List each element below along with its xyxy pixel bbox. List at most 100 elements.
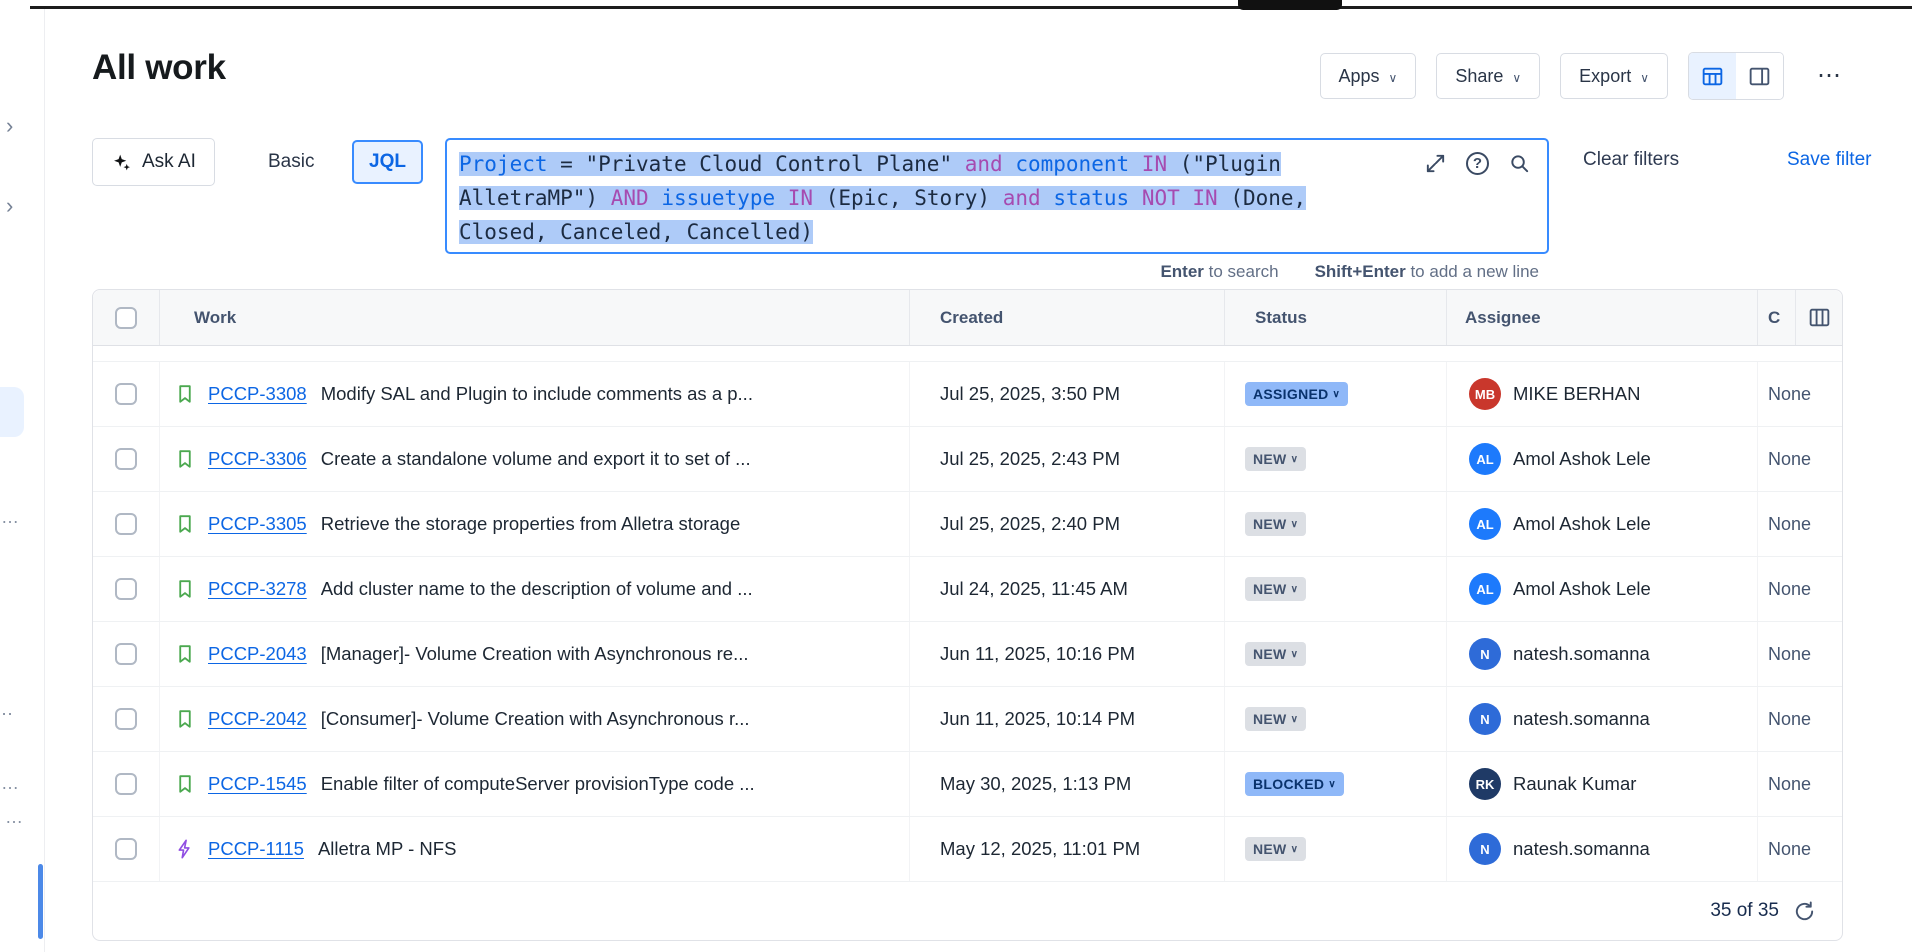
- chevron-down-icon: ∨: [1389, 71, 1398, 85]
- work-cell: PCCP-3308Modify SAL and Plugin to includ…: [160, 362, 910, 426]
- chevron-down-icon: ∨: [1291, 650, 1299, 660]
- status-badge[interactable]: NEW∨: [1245, 512, 1306, 536]
- column-header-status[interactable]: Status: [1225, 290, 1447, 345]
- columns-settings-icon[interactable]: [1795, 290, 1842, 345]
- assignee-cell: RKRaunak Kumar: [1447, 752, 1758, 816]
- table-row[interactable]: PCCP-2042[Consumer]- Volume Creation wit…: [93, 687, 1842, 752]
- hint-shift-key: Shift+Enter: [1315, 262, 1406, 281]
- jql-toolbar: ?: [1424, 152, 1531, 175]
- status-badge[interactable]: ASSIGNED∨: [1245, 382, 1348, 406]
- status-badge[interactable]: NEW∨: [1245, 447, 1306, 471]
- status-badge[interactable]: NEW∨: [1245, 577, 1306, 601]
- mode-jql-button[interactable]: JQL: [352, 140, 423, 184]
- row-checkbox[interactable]: [115, 838, 137, 860]
- row-checkbox[interactable]: [115, 513, 137, 535]
- assignee-name: Amol Ashok Lele: [1513, 578, 1651, 600]
- jql-token: status: [1053, 186, 1129, 210]
- browser-chrome-tab: [1238, 0, 1342, 10]
- chevron-down-icon: ∨: [1640, 71, 1649, 85]
- header-checkbox-cell: [93, 290, 160, 345]
- jql-search-box[interactable]: Project = "Private Cloud Control Plane" …: [445, 138, 1549, 254]
- row-checkbox-cell: [93, 817, 160, 881]
- row-checkbox[interactable]: [115, 448, 137, 470]
- scrolled-row-edge: [93, 346, 1842, 362]
- status-cell: NEW∨: [1225, 427, 1447, 491]
- table-row[interactable]: PCCP-1115Alletra MP - NFSMay 12, 2025, 1…: [93, 817, 1842, 882]
- issue-key-link[interactable]: PCCP-2043: [208, 643, 307, 665]
- save-filter-button[interactable]: Save filter: [1787, 149, 1871, 171]
- status-badge[interactable]: BLOCKED∨: [1245, 772, 1344, 796]
- assignee-name: MIKE BERHAN: [1513, 383, 1640, 405]
- search-icon[interactable]: [1508, 152, 1531, 175]
- chevron-right-icon[interactable]: ›: [6, 115, 13, 137]
- status-badge[interactable]: NEW∨: [1245, 707, 1306, 731]
- work-cell: PCCP-1545Enable filter of computeServer …: [160, 752, 910, 816]
- more-actions-button[interactable]: ⋯: [1804, 53, 1854, 99]
- list-view-button[interactable]: [1689, 53, 1736, 99]
- select-all-checkbox[interactable]: [115, 307, 137, 329]
- page-title: All work: [92, 48, 226, 88]
- issue-key-link[interactable]: PCCP-3305: [208, 513, 307, 535]
- created-cell: May 12, 2025, 11:01 PM: [910, 817, 1225, 881]
- sidebar-active-item[interactable]: [0, 387, 24, 437]
- column-header-created[interactable]: Created: [910, 290, 1225, 345]
- chevron-down-icon: ∨: [1328, 780, 1336, 790]
- created-cell: Jul 25, 2025, 2:43 PM: [910, 427, 1225, 491]
- jql-token: [1041, 186, 1054, 210]
- chevron-down-icon: ∨: [1291, 845, 1299, 855]
- status-badge[interactable]: NEW ∨: [1245, 642, 1306, 666]
- export-button[interactable]: Export ∨: [1560, 53, 1668, 99]
- jql-selection: Closed, Canceled, Cancelled): [459, 220, 813, 244]
- column-header-work[interactable]: Work: [160, 290, 910, 345]
- row-checkbox-cell: [93, 687, 160, 751]
- issue-key-link[interactable]: PCCP-1115: [208, 838, 304, 860]
- clear-filters-button[interactable]: Clear filters: [1583, 149, 1679, 171]
- row-checkbox[interactable]: [115, 643, 137, 665]
- row-checkbox[interactable]: [115, 708, 137, 730]
- jql-token: [1129, 152, 1142, 176]
- assignee-cell: ALAmol Ashok Lele: [1447, 492, 1758, 556]
- status-label: NEW: [1253, 647, 1287, 661]
- issue-key-link[interactable]: PCCP-2042: [208, 708, 307, 730]
- issue-summary: [Manager]- Volume Creation with Asynchro…: [321, 643, 749, 665]
- story-icon: [174, 383, 196, 405]
- detail-view-button[interactable]: [1736, 53, 1783, 99]
- table-row[interactable]: PCCP-3308Modify SAL and Plugin to includ…: [93, 362, 1842, 427]
- apps-button[interactable]: Apps ∨: [1320, 53, 1417, 99]
- assignee-cell: ALAmol Ashok Lele: [1447, 557, 1758, 621]
- column-header-assignee[interactable]: Assignee: [1447, 290, 1758, 345]
- work-cell: PCCP-3305Retrieve the storage properties…: [160, 492, 910, 556]
- row-checkbox[interactable]: [115, 578, 137, 600]
- help-icon[interactable]: ?: [1466, 152, 1489, 175]
- issue-key-link[interactable]: PCCP-1545: [208, 773, 307, 795]
- table-row[interactable]: PCCP-3306Create a standalone volume and …: [93, 427, 1842, 492]
- jql-editor[interactable]: Project = "Private Cloud Control Plane" …: [447, 140, 1547, 252]
- sidebar-scroll-indicator: [38, 864, 43, 939]
- created-cell: Jul 24, 2025, 11:45 AM: [910, 557, 1225, 621]
- share-button[interactable]: Share ∨: [1436, 53, 1540, 99]
- column-header-category-label[interactable]: C: [1768, 308, 1780, 328]
- hint-shift-text: to add a new line: [1406, 262, 1539, 281]
- status-label: NEW: [1253, 842, 1287, 856]
- chevron-right-icon[interactable]: ›: [6, 195, 13, 217]
- table-row[interactable]: PCCP-3305Retrieve the storage properties…: [93, 492, 1842, 557]
- mode-basic-button[interactable]: Basic: [252, 138, 330, 186]
- table-row[interactable]: PCCP-1545Enable filter of computeServer …: [93, 752, 1842, 817]
- refresh-icon[interactable]: [1793, 900, 1816, 923]
- jql-token: IN: [1142, 152, 1167, 176]
- table-row[interactable]: PCCP-2043 [Manager]- Volume Creation with…: [93, 622, 1842, 687]
- jql-token: [1003, 152, 1016, 176]
- issue-key-link[interactable]: PCCP-3306: [208, 448, 307, 470]
- row-checkbox[interactable]: [115, 773, 137, 795]
- issue-key-link[interactable]: PCCP-3308: [208, 383, 307, 405]
- issue-key-link[interactable]: PCCP-3278: [208, 578, 307, 600]
- work-table: Work Created Status Assignee C PCCP-3308…: [92, 289, 1843, 941]
- table-row[interactable]: PCCP-3278Add cluster name to the descrip…: [93, 557, 1842, 622]
- row-checkbox[interactable]: [115, 383, 137, 405]
- expand-icon[interactable]: [1424, 152, 1447, 175]
- status-badge[interactable]: NEW ∨: [1245, 837, 1306, 861]
- jql-token: (Done,: [1218, 186, 1307, 210]
- work-cell: PCCP-3278Add cluster name to the descrip…: [160, 557, 910, 621]
- jql-line: AlletraMP") AND issuetype IN (Epic, Stor…: [459, 181, 1397, 215]
- ask-ai-button[interactable]: Ask AI: [92, 138, 215, 186]
